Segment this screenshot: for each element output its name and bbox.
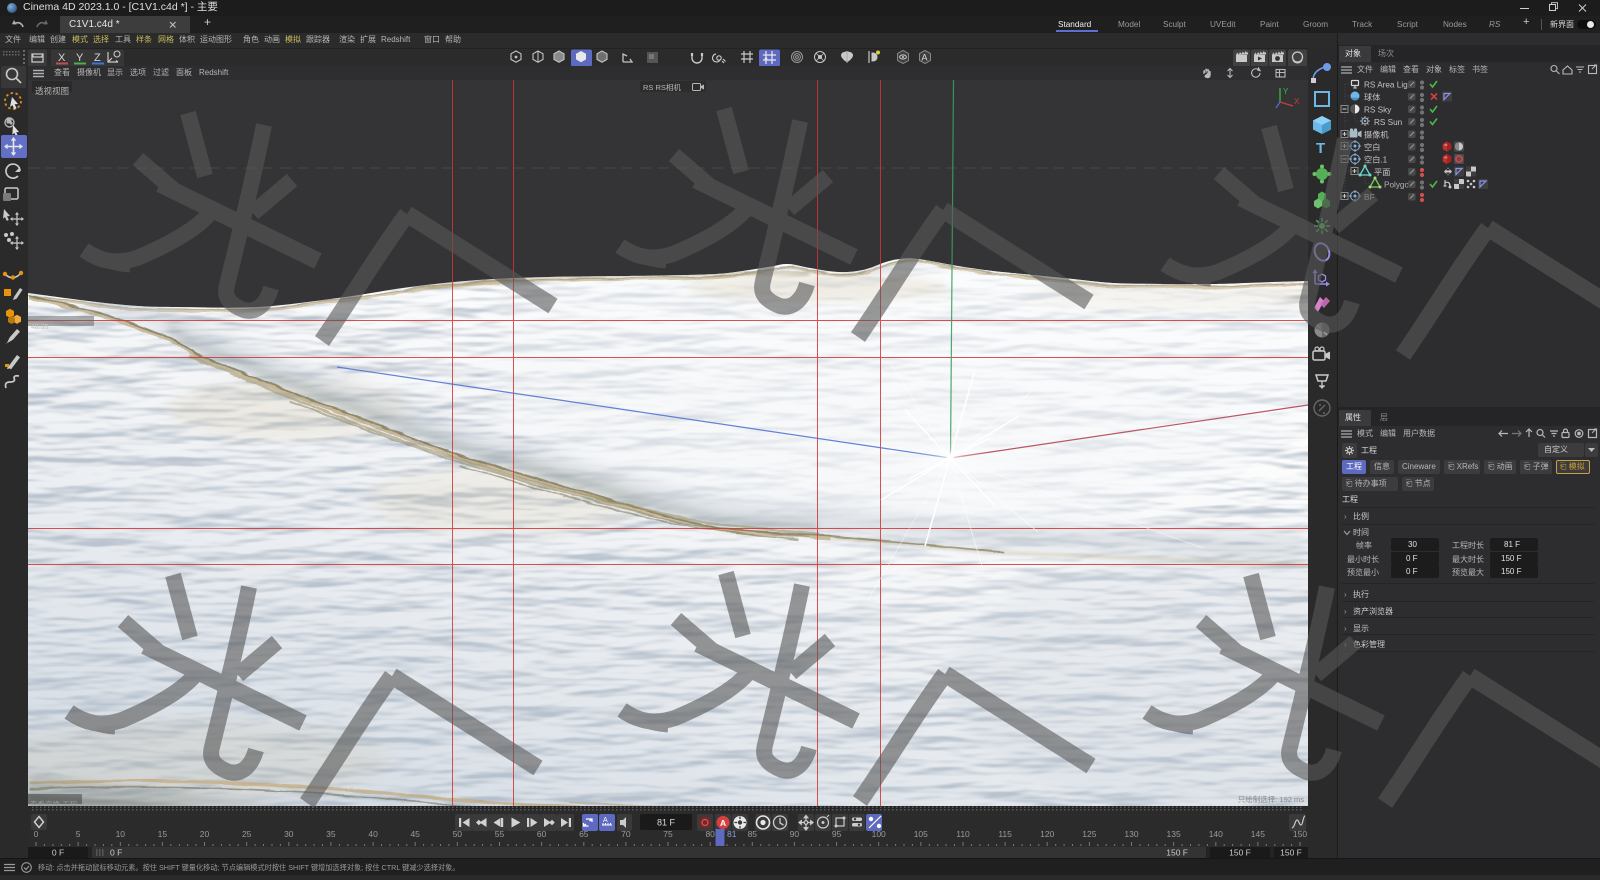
svg-text:150 F: 150 F bbox=[1166, 848, 1188, 858]
svg-text:70: 70 bbox=[621, 829, 631, 839]
svg-text:150 F: 150 F bbox=[1229, 848, 1251, 858]
svg-text:145: 145 bbox=[1251, 829, 1265, 839]
svg-text:Y: Y bbox=[1283, 87, 1289, 96]
svg-text:140: 140 bbox=[1209, 829, 1223, 839]
svg-text:RS Sun: RS Sun bbox=[1374, 118, 1403, 127]
svg-text:5: 5 bbox=[76, 829, 81, 839]
svg-text:BF: BF bbox=[1364, 193, 1374, 202]
svg-text:65: 65 bbox=[579, 829, 589, 839]
svg-text:0: 0 bbox=[34, 829, 39, 839]
svg-text:Z: Z bbox=[94, 52, 101, 64]
svg-text:摄像机: 摄像机 bbox=[1364, 130, 1389, 140]
svg-text:135: 135 bbox=[1167, 829, 1181, 839]
svg-text:75: 75 bbox=[663, 829, 673, 839]
svg-text:81 F: 81 F bbox=[657, 818, 676, 828]
svg-text:平面: 平面 bbox=[1374, 168, 1390, 177]
svg-text:50: 50 bbox=[453, 829, 463, 839]
svg-text:30: 30 bbox=[284, 829, 294, 839]
svg-text:150: 150 bbox=[1293, 829, 1307, 839]
svg-text:A: A bbox=[922, 53, 928, 63]
svg-text:T: T bbox=[1316, 140, 1325, 157]
svg-text:90: 90 bbox=[790, 829, 800, 839]
svg-text:125: 125 bbox=[1082, 829, 1096, 839]
svg-text:A: A bbox=[603, 817, 608, 824]
svg-text:Y: Y bbox=[76, 52, 84, 64]
svg-text:100: 100 bbox=[872, 829, 886, 839]
svg-text:110: 110 bbox=[956, 829, 970, 839]
svg-text:35: 35 bbox=[326, 829, 336, 839]
svg-text:85: 85 bbox=[748, 829, 758, 839]
svg-text:25: 25 bbox=[242, 829, 252, 839]
svg-text:X: X bbox=[1294, 97, 1300, 106]
svg-text:95: 95 bbox=[832, 829, 842, 839]
svg-text:60: 60 bbox=[537, 829, 547, 839]
svg-text:RS Area Light: RS Area Light bbox=[1364, 81, 1415, 90]
svg-text:10: 10 bbox=[116, 829, 126, 839]
svg-text:150 F: 150 F bbox=[1280, 848, 1302, 858]
svg-text:81: 81 bbox=[727, 829, 737, 839]
svg-text:RS Sky: RS Sky bbox=[1364, 106, 1392, 115]
svg-text:115: 115 bbox=[998, 829, 1012, 839]
svg-text:球体: 球体 bbox=[1364, 92, 1380, 102]
svg-text:130: 130 bbox=[1124, 829, 1138, 839]
svg-text:20: 20 bbox=[200, 829, 210, 839]
svg-text:80: 80 bbox=[705, 829, 715, 839]
svg-text:X: X bbox=[58, 52, 66, 64]
svg-text:40: 40 bbox=[368, 829, 378, 839]
svg-text:0 F: 0 F bbox=[52, 848, 64, 858]
svg-text:105: 105 bbox=[914, 829, 928, 839]
svg-text:120: 120 bbox=[1040, 829, 1054, 839]
svg-text:空白: 空白 bbox=[1364, 142, 1380, 152]
svg-text:45: 45 bbox=[410, 829, 420, 839]
svg-text:55: 55 bbox=[495, 829, 505, 839]
svg-text:A: A bbox=[720, 818, 726, 828]
svg-text:0 F: 0 F bbox=[110, 848, 122, 858]
svg-text:15: 15 bbox=[158, 829, 168, 839]
svg-text:空白.1: 空白.1 bbox=[1364, 155, 1388, 165]
